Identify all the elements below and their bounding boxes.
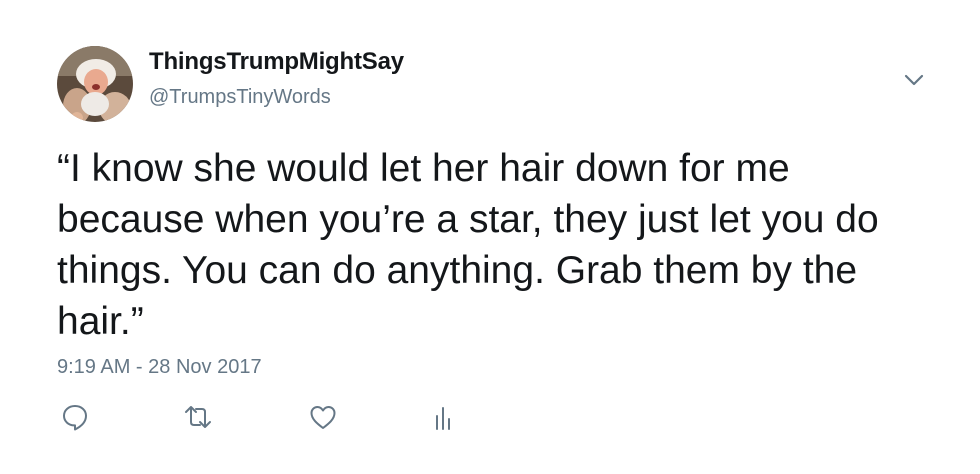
author-handle[interactable]: @TrumpsTinyWords xyxy=(149,86,331,109)
author-display-name[interactable]: ThingsTrumpMightSay xyxy=(149,48,404,76)
avatar-image xyxy=(57,46,133,122)
heart-icon[interactable] xyxy=(308,402,338,432)
analytics-icon[interactable] xyxy=(430,402,460,432)
reply-icon[interactable] xyxy=(60,402,90,432)
tweet-text: “I know she would let her hair down for … xyxy=(57,147,879,343)
retweet-icon[interactable] xyxy=(183,402,213,432)
chevron-down-icon[interactable] xyxy=(900,66,928,94)
tweet-card: ThingsTrumpMightSay @TrumpsTinyWords “I … xyxy=(0,0,980,474)
avatar[interactable] xyxy=(57,46,133,122)
tweet-timestamp[interactable]: 9:19 AM - 28 Nov 2017 xyxy=(57,356,262,379)
